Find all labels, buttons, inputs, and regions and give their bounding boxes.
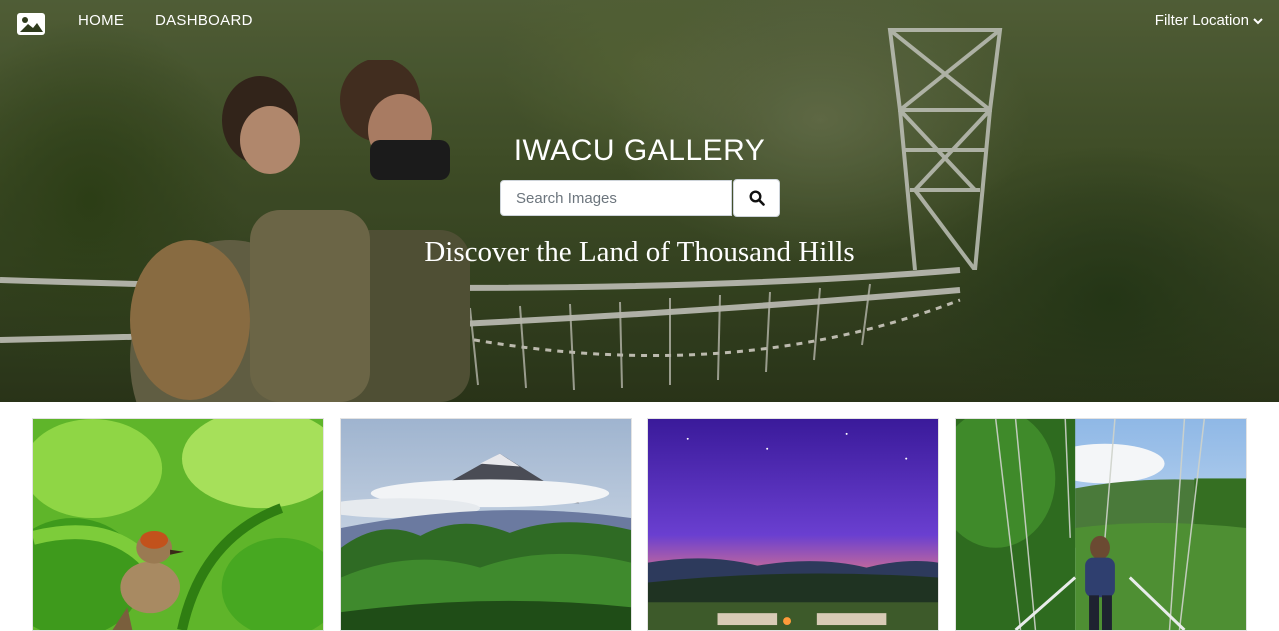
search-input[interactable] xyxy=(500,180,732,216)
filter-location-label: Filter Location xyxy=(1154,12,1249,29)
search-bar xyxy=(500,179,780,217)
filter-location-dropdown[interactable]: Filter Location xyxy=(1155,12,1263,29)
page-title: IWACU GALLERY xyxy=(513,134,766,167)
search-button[interactable] xyxy=(733,179,780,217)
image-gallery xyxy=(32,418,1247,631)
nav-dashboard-link[interactable]: DASHBOARD xyxy=(155,12,253,29)
search-icon xyxy=(748,190,765,206)
gallery-image-volcano[interactable] xyxy=(340,418,632,631)
chevron-down-icon xyxy=(1253,17,1263,24)
image-icon[interactable] xyxy=(16,12,46,36)
navbar: HOME DASHBOARD Filter Location xyxy=(0,0,1279,42)
hero-tagline: Discover the Land of Thousand Hills xyxy=(424,236,855,268)
gallery-image-canopy-bridge[interactable] xyxy=(955,418,1247,631)
nav-home-link[interactable]: HOME xyxy=(78,12,124,29)
gallery-image-night-sky[interactable] xyxy=(647,418,939,631)
gallery-image-bird[interactable] xyxy=(32,418,324,631)
